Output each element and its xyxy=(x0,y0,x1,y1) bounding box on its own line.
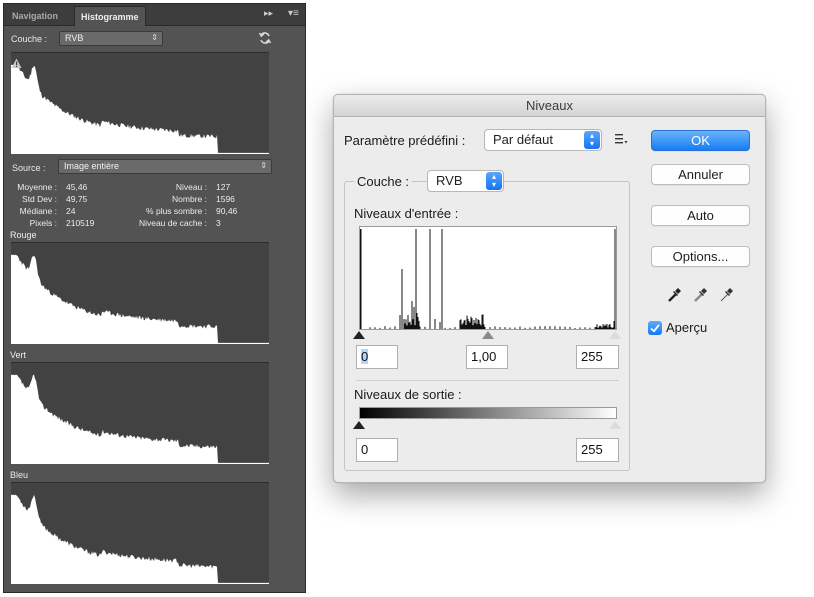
gray-eyedropper-icon[interactable] xyxy=(692,286,708,304)
histogram-panel: Navigation Histogramme ▸▸ ▾≡ Couche : RV… xyxy=(3,3,306,593)
panel-menu-icon[interactable]: ▾≡ xyxy=(288,8,299,19)
refresh-icon[interactable] xyxy=(258,31,272,45)
select-arrows-icon: ⇕ xyxy=(260,161,267,170)
source-select[interactable]: Image entière ⇕ xyxy=(58,159,272,174)
dialog-channel-value: RVB xyxy=(436,173,463,188)
options-button[interactable]: Options... xyxy=(651,246,750,267)
histogram-graph xyxy=(11,374,269,464)
black-eyedropper-icon[interactable] xyxy=(666,286,682,304)
histogram-graph xyxy=(359,229,616,329)
pct-darker-label: % plus sombre : xyxy=(146,206,207,216)
histogram-graph xyxy=(11,64,269,154)
divider xyxy=(356,380,619,381)
blue-channel-title: Bleu xyxy=(10,470,29,480)
channel-select[interactable]: RVB ⇕ xyxy=(59,31,163,46)
cache-level-label: Niveau de cache : xyxy=(138,218,207,228)
histogram-fill xyxy=(11,64,269,154)
preview-label: Aperçu xyxy=(666,320,708,335)
mediane-label: Médiane : xyxy=(19,206,57,216)
input-gamma-value: 1,00 xyxy=(471,349,497,364)
input-levels-histogram xyxy=(359,226,617,330)
output-white-slider[interactable] xyxy=(609,421,621,430)
channel-legend: Couche : xyxy=(354,171,413,193)
output-black-value: 0 xyxy=(361,442,369,457)
nombre-label: Nombre : xyxy=(172,194,207,204)
input-gamma-slider[interactable] xyxy=(482,331,494,340)
composite-histogram xyxy=(11,52,269,154)
preset-options-icon[interactable] xyxy=(615,133,628,145)
pixels-label: Pixels : xyxy=(29,218,57,228)
stddev-label: Std Dev : xyxy=(22,194,57,204)
dialog-channel-label: Couche : xyxy=(357,174,410,189)
output-levels-label: Niveaux de sortie : xyxy=(354,387,462,402)
preset-popup[interactable]: Par défaut ▴ ▾ xyxy=(484,129,602,151)
input-white-slider[interactable] xyxy=(609,331,621,340)
preset-label: Paramètre prédéfini : xyxy=(344,133,466,148)
cache-level-value: 3 xyxy=(216,218,221,228)
output-gradient-bar xyxy=(359,407,617,419)
red-histogram xyxy=(11,242,269,344)
histogram-graph xyxy=(11,254,269,344)
popup-arrows-icon: ▴ ▾ xyxy=(486,172,502,190)
levels-dialog: Niveaux Paramètre prédéfini : Par défaut… xyxy=(333,94,766,483)
preview-checkbox[interactable] xyxy=(648,321,662,335)
input-black-field[interactable]: 0 xyxy=(356,345,398,369)
collapse-panel-icon[interactable]: ▸▸ xyxy=(264,8,273,19)
source-label: Source : xyxy=(12,163,46,173)
output-black-field[interactable]: 0 xyxy=(356,438,398,462)
input-white-value: 255 xyxy=(581,349,603,364)
histogram-fill xyxy=(11,374,269,464)
panel-tabbar: Navigation Histogramme ▸▸ ▾≡ xyxy=(4,4,305,26)
output-white-field[interactable]: 255 xyxy=(576,438,619,462)
stddev-value: 49,75 xyxy=(66,194,88,204)
output-black-slider[interactable] xyxy=(353,421,365,430)
popup-arrows-icon: ▴ ▾ xyxy=(584,131,600,149)
auto-button[interactable]: Auto xyxy=(651,205,750,226)
histogram-graph xyxy=(11,494,269,584)
histogram-fill xyxy=(11,254,269,344)
histogram-fill xyxy=(11,494,269,584)
output-white-value: 255 xyxy=(581,442,603,457)
tab-histogram[interactable]: Histogramme xyxy=(74,6,146,26)
dialog-channel-popup[interactable]: RVB ▴ ▾ xyxy=(427,170,504,192)
preset-popup-value: Par défaut xyxy=(493,132,553,147)
select-arrows-icon: ⇕ xyxy=(151,33,158,42)
moyenne-value: 45,46 xyxy=(66,182,88,192)
input-black-slider[interactable] xyxy=(353,331,365,340)
niveau-value: 127 xyxy=(216,182,231,192)
green-channel-title: Vert xyxy=(10,350,27,360)
warning-icon xyxy=(11,58,22,68)
input-levels-label: Niveaux d'entrée : xyxy=(354,206,459,221)
input-gamma-field[interactable]: 1,00 xyxy=(466,345,508,369)
red-channel-title: Rouge xyxy=(10,230,37,240)
source-select-value: Image entière xyxy=(64,161,120,171)
green-histogram xyxy=(11,362,269,464)
cancel-button[interactable]: Annuler xyxy=(651,164,750,185)
channel-label: Couche : xyxy=(11,34,48,44)
pct-darker-value: 90,46 xyxy=(216,206,238,216)
input-white-field[interactable]: 255 xyxy=(576,345,619,369)
channel-select-value: RVB xyxy=(65,33,84,43)
checkmark-icon xyxy=(650,324,660,333)
ok-button[interactable]: OK xyxy=(651,130,750,151)
input-black-value: 0 xyxy=(361,349,369,364)
white-eyedropper-icon[interactable] xyxy=(718,286,734,304)
moyenne-label: Moyenne : xyxy=(17,182,57,192)
mediane-value: 24 xyxy=(66,206,76,216)
niveau-label: Niveau : xyxy=(175,182,207,192)
blue-histogram xyxy=(11,482,269,584)
pixels-value: 210519 xyxy=(66,218,95,228)
nombre-value: 1596 xyxy=(216,194,235,204)
tab-navigation[interactable]: Navigation xyxy=(6,6,64,26)
dialog-titlebar[interactable]: Niveaux xyxy=(334,95,765,117)
